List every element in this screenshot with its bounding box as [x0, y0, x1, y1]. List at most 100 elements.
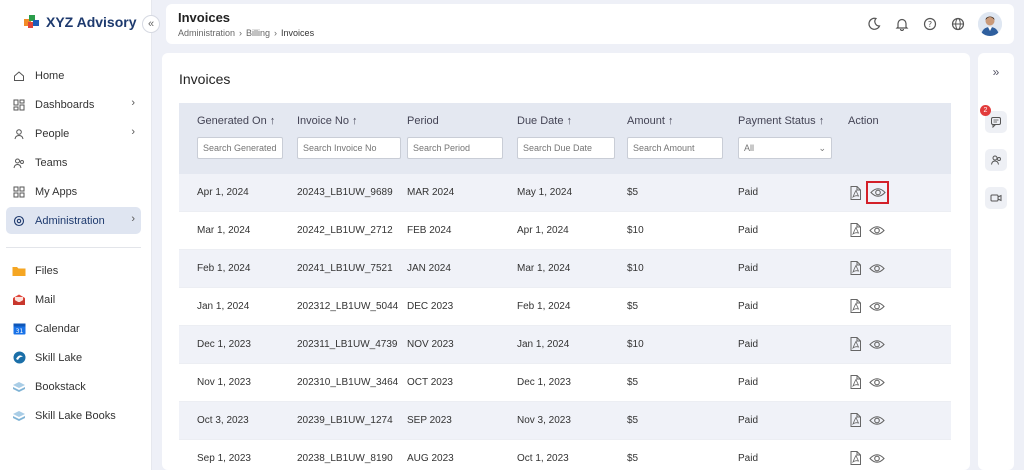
moon-icon[interactable] — [866, 16, 882, 32]
cell-due: May 1, 2024 — [517, 187, 573, 198]
pdf-download-icon[interactable] — [847, 185, 863, 201]
cell-invoice: 20242_LB1UW_2712 — [297, 225, 393, 236]
sidebar-app-calendar[interactable]: 31 Calendar — [6, 315, 141, 342]
brand-name: XYZ Advisory — [46, 14, 137, 30]
pdf-download-icon[interactable] — [847, 450, 863, 466]
select-value: All — [744, 143, 755, 153]
sidebar-item-people[interactable]: People › — [6, 120, 141, 147]
sidebar-item-teams[interactable]: Teams — [6, 149, 141, 176]
filter-input-period[interactable] — [407, 137, 503, 159]
cell-generated: Oct 3, 2023 — [197, 415, 249, 426]
chevron-right-icon: › — [131, 126, 135, 138]
cell-status: Paid — [738, 339, 759, 350]
sidebar-item-my-apps[interactable]: My Apps — [6, 178, 141, 205]
mail-icon — [12, 293, 26, 307]
cell-due: Jan 1, 2024 — [517, 339, 570, 350]
filter-input-amount[interactable] — [627, 137, 723, 159]
contacts-button[interactable] — [985, 149, 1007, 171]
cell-status: Paid — [738, 377, 759, 388]
table-row: Feb 1, 2024 20241_LB1UW_7521 JAN 2024 Mar 1… — [179, 250, 951, 288]
sidebar-item-label: Dashboards — [35, 98, 95, 111]
table-row: Apr 1, 2024 20243_LB1UW_9689 MAR 2024 May 1… — [179, 174, 951, 212]
view-eye-icon[interactable] — [869, 298, 885, 314]
row-actions — [847, 412, 885, 428]
expand-panel-button[interactable]: » — [985, 61, 1007, 83]
cell-invoice: 202311_LB1UW_4739 — [297, 339, 398, 350]
breadcrumb-item-administration[interactable]: Administration — [178, 28, 235, 38]
cell-due: Dec 1, 2023 — [517, 377, 571, 388]
column-header-payment-status[interactable]: Payment Status ↑ — [738, 115, 824, 127]
view-eye-icon[interactable] — [866, 181, 889, 204]
view-eye-icon[interactable] — [869, 374, 885, 390]
pdf-download-icon[interactable] — [847, 412, 863, 428]
sidebar-item-label: My Apps — [35, 185, 78, 198]
sidebar-app-bookstack[interactable]: Bookstack — [6, 373, 141, 400]
sidebar-item-home[interactable]: Home — [6, 62, 141, 89]
view-eye-icon[interactable] — [869, 412, 885, 428]
users-icon — [991, 155, 1001, 165]
pdf-download-icon[interactable] — [847, 336, 863, 352]
pdf-download-icon[interactable] — [847, 222, 863, 238]
cell-amount: $10 — [627, 263, 644, 274]
pdf-download-icon[interactable] — [847, 374, 863, 390]
cell-status: Paid — [738, 225, 759, 236]
pdf-download-icon[interactable] — [847, 298, 863, 314]
user-avatar[interactable] — [978, 12, 1002, 36]
sidebar-item-label: People — [35, 127, 70, 140]
column-header-amount[interactable]: Amount ↑ — [627, 115, 673, 127]
cell-invoice: 202312_LB1UW_5044 — [297, 301, 399, 312]
help-icon[interactable]: ? — [922, 16, 938, 32]
bookstack-icon — [12, 380, 26, 394]
chevrons-right-icon: » — [992, 65, 1000, 79]
sidebar-item-administration[interactable]: Administration › — [6, 207, 141, 234]
folder-icon — [12, 264, 26, 278]
column-header-generated-on[interactable]: Generated On ↑ — [197, 115, 275, 127]
chevron-right-icon: › — [274, 28, 278, 38]
invoices-table: Generated On ↑ Invoice No ↑ Period Due Date… — [179, 103, 951, 470]
video-icon — [990, 194, 1002, 202]
cell-invoice: 202310_LB1UW_3464 — [297, 377, 399, 388]
brand[interactable]: XYZ Advisory — [24, 14, 137, 30]
cell-status: Paid — [738, 415, 759, 426]
cell-period: MAR 2024 — [407, 187, 455, 198]
cell-period: JAN 2024 — [407, 263, 451, 274]
payment-status-select[interactable]: All ⌄ — [738, 137, 832, 159]
column-header-invoice-no[interactable]: Invoice No ↑ — [297, 115, 358, 127]
pdf-download-icon[interactable] — [847, 260, 863, 276]
chevron-right-icon: › — [131, 213, 135, 225]
cell-status: Paid — [738, 453, 759, 464]
sidebar-app-skill-lake-books[interactable]: Skill Lake Books — [6, 402, 141, 429]
bell-icon[interactable] — [894, 16, 910, 32]
filter-input-due-date[interactable] — [517, 137, 615, 159]
sidebar-app-skill-lake[interactable]: Skill Lake — [6, 344, 141, 371]
sidebar-app-mail[interactable]: Mail — [6, 286, 141, 313]
collapse-sidebar-button[interactable]: « — [142, 15, 160, 33]
row-actions — [847, 222, 885, 238]
sidebar-app-files[interactable]: Files — [6, 257, 141, 284]
column-header-due-date[interactable]: Due Date ↑ — [517, 115, 572, 127]
sidebar-item-label: Home — [35, 69, 65, 82]
table-row: Dec 1, 2023 202311_LB1UW_4739 NOV 2023 Jan … — [179, 326, 951, 364]
view-eye-icon[interactable] — [869, 260, 885, 276]
sidebar-item-dashboards[interactable]: Dashboards › — [6, 91, 141, 118]
cell-invoice: 20239_LB1UW_1274 — [297, 415, 393, 426]
cell-period: DEC 2023 — [407, 301, 454, 312]
svg-text:31: 31 — [15, 328, 23, 335]
view-eye-icon[interactable] — [869, 336, 885, 352]
filter-input-generated-on[interactable] — [197, 137, 283, 159]
sidebar: XYZ Advisory Home Dashboards › People › Teams… — [0, 0, 152, 470]
filter-input-invoice-no[interactable] — [297, 137, 401, 159]
view-eye-icon[interactable] — [869, 222, 885, 238]
cell-generated: Dec 1, 2023 — [197, 339, 251, 350]
sidebar-app-label: Skill Lake Books — [35, 409, 116, 422]
globe-icon[interactable] — [950, 16, 966, 32]
sidebar-item-label: Administration — [35, 214, 105, 227]
cell-due: Mar 1, 2024 — [517, 263, 571, 274]
view-eye-icon[interactable] — [869, 450, 885, 466]
invoices-heading: Invoices — [179, 71, 231, 87]
cell-period: AUG 2023 — [407, 453, 454, 464]
video-button[interactable] — [985, 187, 1007, 209]
cell-period: FEB 2024 — [407, 225, 452, 236]
breadcrumb-item-billing[interactable]: Billing — [246, 28, 270, 38]
cell-generated: Feb 1, 2024 — [197, 263, 251, 274]
